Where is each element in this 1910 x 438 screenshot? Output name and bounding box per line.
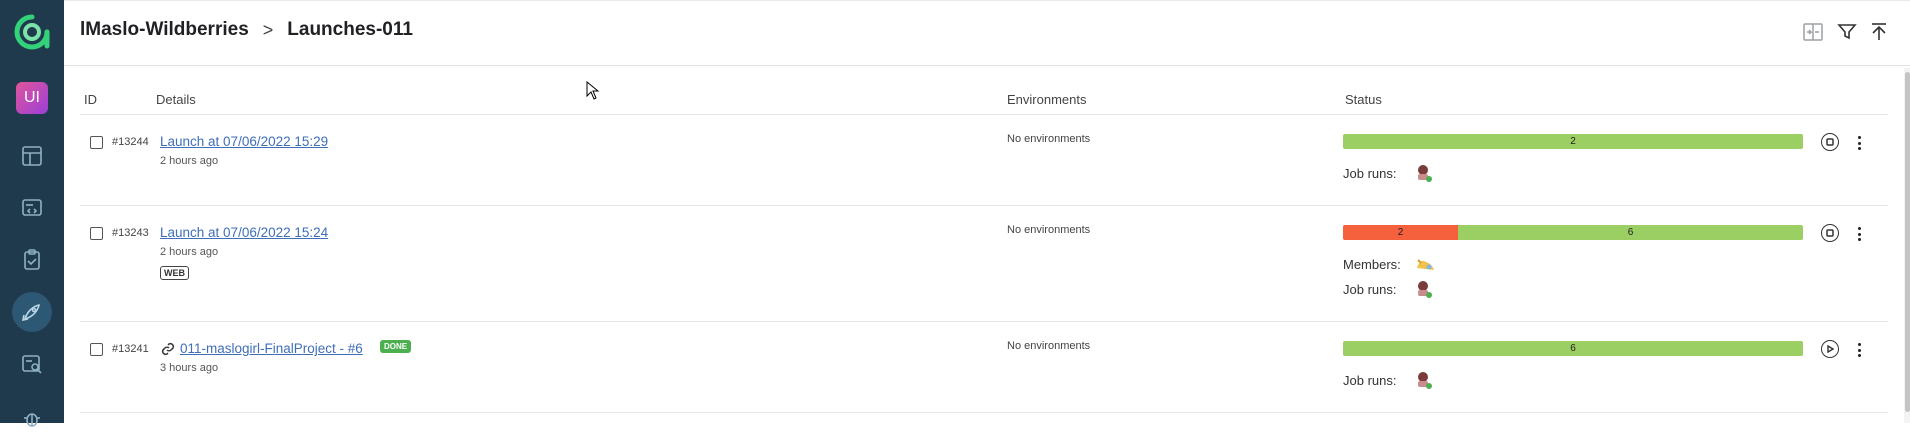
launch-link[interactable]: Launch at 07/06/2022 15:29 — [160, 134, 328, 149]
sidebar-item-launches[interactable] — [12, 292, 52, 332]
divider — [80, 205, 1888, 206]
launches-icon — [21, 304, 40, 322]
sidebar-item-test-plans[interactable] — [12, 240, 52, 280]
launch-link[interactable]: Launch at 07/06/2022 15:24 — [160, 225, 328, 240]
link-icon — [161, 342, 175, 356]
sidebar: UI — [0, 0, 64, 427]
more-menu-icon[interactable] — [1858, 227, 1862, 244]
launch-link[interactable]: 011-maslogirl-FinalProject - #6 — [180, 341, 363, 356]
stop-button[interactable] — [1821, 224, 1839, 242]
status-bar[interactable]: 2 — [1343, 134, 1803, 149]
play-icon — [1827, 345, 1834, 353]
sidebar-item-dashboard[interactable] — [12, 136, 52, 176]
run-button[interactable] — [1821, 340, 1839, 358]
row-checkbox[interactable] — [90, 136, 103, 149]
job-runs-label: Job runs: — [1343, 373, 1397, 388]
environments-value: No environments — [1007, 224, 1091, 236]
failed-segment: 2 — [1343, 225, 1458, 240]
stop-icon — [1826, 229, 1834, 237]
row-checkbox[interactable] — [90, 343, 103, 356]
launch-time: 2 hours ago — [160, 155, 219, 167]
scrollbar-thumb[interactable] — [1905, 72, 1910, 412]
sidebar-item-test-cases[interactable] — [12, 188, 52, 228]
defects-icon — [24, 413, 40, 427]
job-runs-label: Job runs: — [1343, 282, 1397, 297]
breadcrumb-project[interactable]: lMaslo-Wildberries — [80, 19, 249, 41]
filter-icon — [1837, 24, 1857, 40]
breadcrumb-page: Launches-011 — [287, 19, 413, 40]
collapse-button[interactable] — [1866, 19, 1892, 45]
breadcrumb: lMaslo-Wildberries > Launches-011 — [80, 19, 413, 41]
more-menu-icon[interactable] — [1858, 343, 1862, 360]
vertical-scrollbar[interactable] — [1904, 68, 1910, 423]
mouse-cursor-icon — [586, 81, 600, 100]
environments-value: No environments — [1007, 133, 1091, 145]
status-bar[interactable]: 2 6 — [1343, 225, 1803, 240]
arrow-up-to-top-icon — [1872, 23, 1886, 40]
filter-button[interactable] — [1834, 19, 1860, 45]
job-runs-label: Job runs: — [1343, 166, 1397, 181]
environments-value: No environments — [1007, 340, 1091, 352]
sidebar-item-defects[interactable] — [12, 398, 52, 438]
column-header-environments[interactable]: Environments — [1007, 92, 1086, 107]
job-run-avatar[interactable] — [1415, 279, 1433, 299]
passed-segment: 6 — [1343, 341, 1803, 356]
member-avatar[interactable] — [1414, 254, 1436, 274]
done-badge: DONE — [380, 340, 412, 353]
stop-button[interactable] — [1821, 133, 1839, 151]
passed-segment: 6 — [1458, 225, 1803, 240]
job-run-avatar[interactable] — [1415, 163, 1433, 183]
compare-button[interactable] — [1800, 19, 1826, 45]
launch-id: #13243 — [112, 227, 149, 239]
breadcrumb-separator: > — [262, 19, 274, 40]
launch-time: 3 hours ago — [160, 362, 219, 374]
stop-icon — [1826, 138, 1834, 146]
job-run-avatar[interactable] — [1415, 370, 1433, 390]
passed-segment: 2 — [1343, 134, 1803, 149]
page-header: lMaslo-Wildberries > Launches-011 — [64, 0, 1910, 66]
sidebar-item-analytics[interactable] — [12, 344, 52, 384]
project-avatar[interactable]: UI — [16, 82, 48, 114]
column-header-id[interactable]: ID — [84, 92, 97, 107]
column-header-status[interactable]: Status — [1345, 92, 1382, 107]
column-header-details[interactable]: Details — [156, 92, 196, 107]
test-plans-icon — [24, 249, 40, 270]
launch-id: #13241 — [112, 343, 149, 355]
allure-logo[interactable] — [14, 14, 50, 50]
launch-id: #13244 — [112, 136, 149, 148]
compare-icon — [1803, 23, 1823, 41]
status-bar[interactable]: 6 — [1343, 341, 1803, 356]
divider — [80, 412, 1888, 413]
analytics-icon — [22, 355, 42, 374]
tag-badge: WEB — [160, 266, 189, 280]
test-cases-icon — [22, 199, 42, 216]
launch-time: 2 hours ago — [160, 246, 219, 258]
dashboard-icon — [22, 146, 42, 166]
members-label: Members: — [1343, 257, 1401, 272]
divider — [80, 321, 1888, 322]
divider — [80, 114, 1888, 115]
more-menu-icon[interactable] — [1858, 136, 1862, 153]
row-checkbox[interactable] — [90, 227, 103, 240]
